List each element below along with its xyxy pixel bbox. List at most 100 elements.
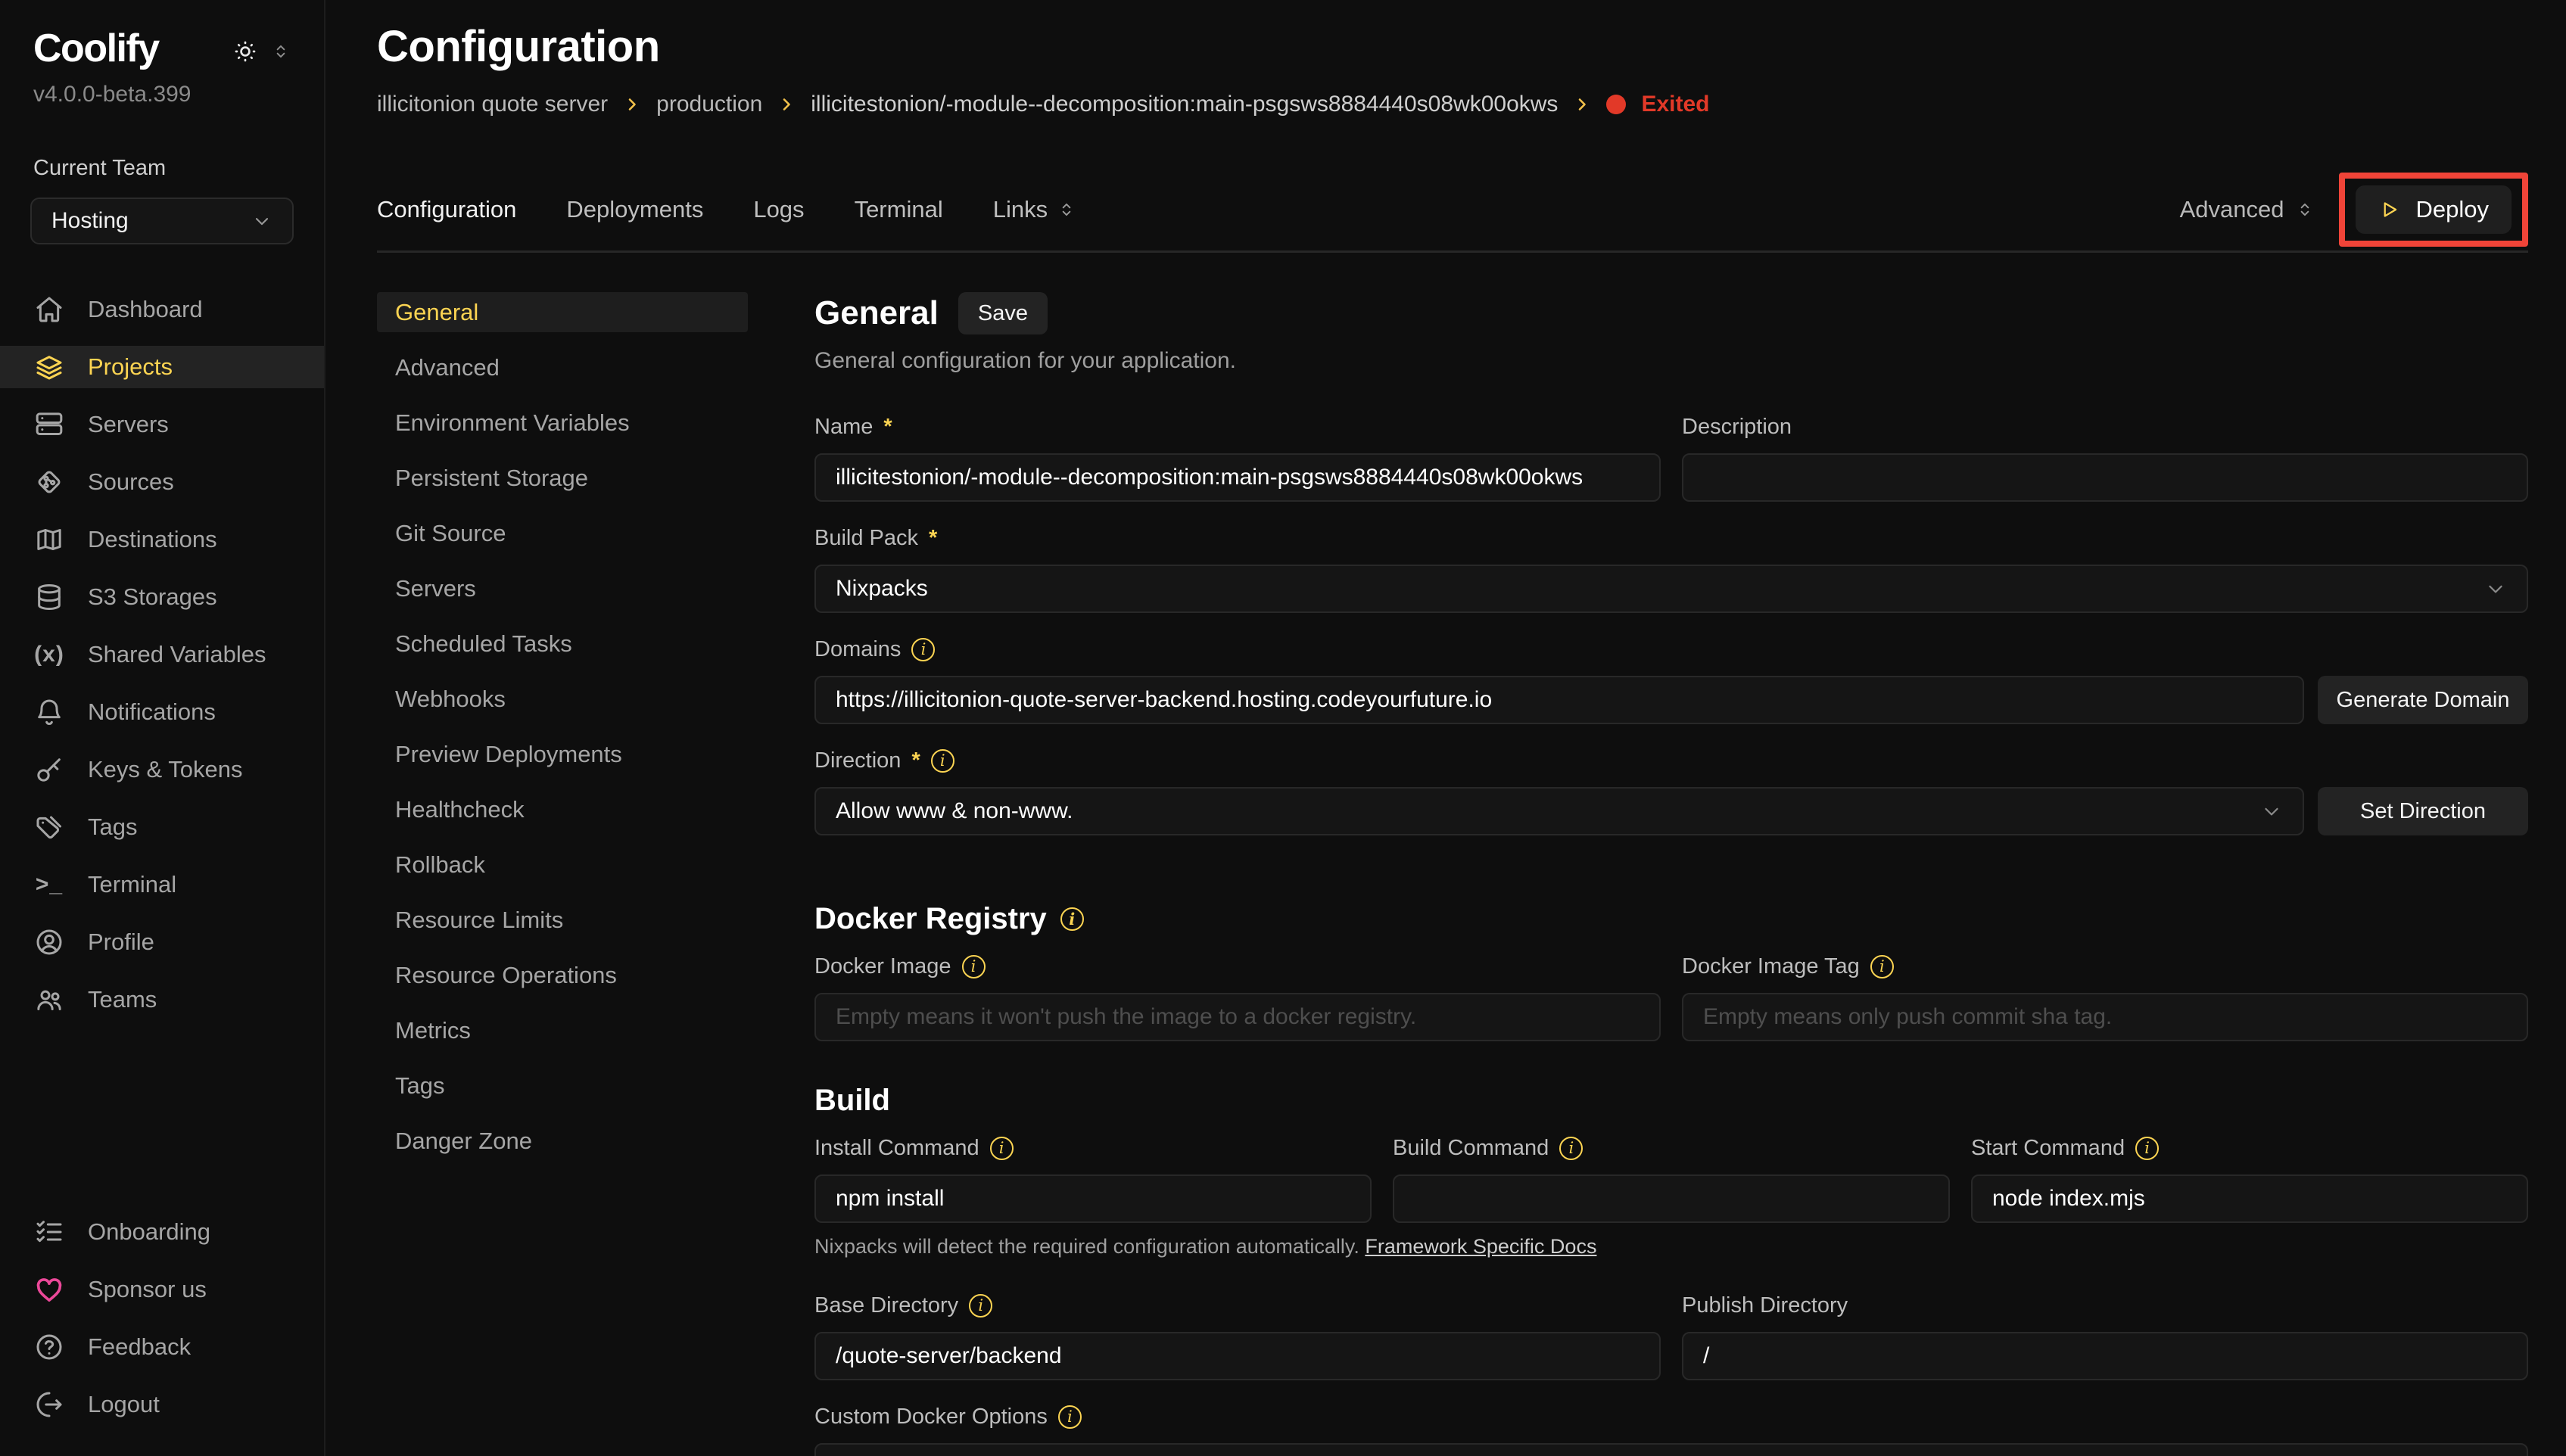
sidebar-item-s3-storages[interactable]: S3 Storages [0,576,324,618]
info-icon[interactable]: i [1058,1405,1082,1429]
subnav-item-healthcheck[interactable]: Healthcheck [377,789,748,829]
info-icon[interactable]: i [911,638,935,661]
sidebar-item-keys-tokens[interactable]: Keys & Tokens [0,748,324,791]
custom-docker-options-input[interactable] [814,1443,2528,1456]
info-icon[interactable]: i [990,1137,1014,1160]
save-button[interactable]: Save [958,292,1048,334]
sidebar-item-terminal[interactable]: >_ Terminal [0,863,324,906]
tab-configuration[interactable]: Configuration [377,196,516,223]
docker-image-tag-input[interactable] [1682,993,2528,1041]
sidebar-nav: Dashboard Projects Servers Sources Desti… [0,288,324,1021]
play-icon [2378,198,2401,221]
advanced-label: Advanced [2180,196,2284,223]
sidebar-item-label: Dashboard [88,296,203,323]
tab-deployments[interactable]: Deployments [566,196,703,223]
deploy-button[interactable]: Deploy [2356,185,2512,234]
subnav-item-preview-deployments[interactable]: Preview Deployments [377,734,748,774]
domains-label: Domainsi [814,637,2528,662]
sidebar-item-onboarding[interactable]: Onboarding [0,1211,324,1253]
subnav-item-servers[interactable]: Servers [377,568,748,608]
direction-select[interactable]: Allow www & non-www. [814,787,2304,835]
sidebar-item-shared-variables[interactable]: (x) Shared Variables [0,633,324,676]
publish-directory-label: Publish Directory [1682,1293,2528,1318]
info-icon[interactable]: i [1060,907,1084,931]
sidebar-item-projects[interactable]: Projects [0,346,324,388]
subnav-item-resource-limits[interactable]: Resource Limits [377,900,748,940]
breadcrumb: illicitonion quote server production ill… [377,92,2528,117]
subnav-item-rollback[interactable]: Rollback [377,845,748,885]
subnav-item-resource-operations[interactable]: Resource Operations [377,955,748,995]
publish-directory-field-group: Publish Directory [1682,1293,2528,1380]
start-command-input[interactable] [1971,1174,2528,1223]
base-directory-field-group: Base Directoryi [814,1293,1661,1380]
name-input[interactable] [814,453,1661,502]
custom-docker-options-field-group: Custom Docker Optionsi [814,1405,2528,1456]
direction-label: Direction*i [814,748,2528,773]
sidebar-item-feedback[interactable]: Feedback [0,1326,324,1368]
sidebar-item-label: Teams [88,986,157,1013]
info-icon[interactable]: i [931,749,954,773]
publish-directory-input[interactable] [1682,1332,2528,1380]
user-circle-icon [33,926,65,958]
info-icon[interactable]: i [2135,1137,2159,1160]
theme-toggle[interactable] [232,38,291,65]
sidebar-item-sources[interactable]: Sources [0,461,324,503]
info-icon[interactable]: i [962,955,986,978]
database-icon [33,581,65,613]
sidebar-item-dashboard[interactable]: Dashboard [0,288,324,331]
generate-domain-button[interactable]: Generate Domain [2318,676,2528,724]
framework-docs-link[interactable]: Framework Specific Docs [1365,1235,1596,1258]
chevron-down-icon [2484,577,2507,600]
subnav-item-persistent-storage[interactable]: Persistent Storage [377,458,748,498]
description-input[interactable] [1682,453,2528,502]
tab-terminal[interactable]: Terminal [855,196,943,223]
breadcrumb-project[interactable]: illicitonion quote server [377,92,608,117]
docker-image-input[interactable] [814,993,1661,1041]
required-asterisk: * [911,748,920,773]
info-icon[interactable]: i [1559,1137,1583,1160]
subnav-item-tags[interactable]: Tags [377,1066,748,1106]
sidebar-item-label: Terminal [88,871,176,898]
info-icon[interactable]: i [1870,955,1894,978]
install-command-input[interactable] [814,1174,1372,1223]
sidebar-item-destinations[interactable]: Destinations [0,518,324,561]
subnav-item-environment-variables[interactable]: Environment Variables [377,403,748,443]
sidebar-item-teams[interactable]: Teams [0,978,324,1021]
sidebar-item-profile[interactable]: Profile [0,921,324,963]
info-icon[interactable]: i [969,1294,992,1318]
subnav-item-danger-zone[interactable]: Danger Zone [377,1121,748,1161]
sidebar-item-notifications[interactable]: Notifications [0,691,324,733]
description-label: Description [1682,415,2528,440]
docker-image-tag-field-group: Docker Image Tagi [1682,954,2528,1041]
subnav-item-general[interactable]: General [377,292,748,332]
team-select[interactable]: Hosting [30,198,294,244]
sidebar-item-sponsor-us[interactable]: Sponsor us [0,1268,324,1311]
sidebar-item-servers[interactable]: Servers [0,403,324,446]
subnav-item-git-source[interactable]: Git Source [377,513,748,553]
chevron-down-icon [251,210,272,232]
subnav-item-scheduled-tasks[interactable]: Scheduled Tasks [377,624,748,664]
breadcrumb-environment[interactable]: production [656,92,762,117]
sidebar-item-tags[interactable]: Tags [0,806,324,848]
status-badge: Exited [1641,92,1709,117]
sidebar-item-label: Destinations [88,526,217,553]
build-pack-value: Nixpacks [836,576,928,602]
tab-logs[interactable]: Logs [753,196,804,223]
domains-input[interactable] [814,676,2304,724]
subnav-item-advanced[interactable]: Advanced [377,347,748,387]
subnav-item-webhooks[interactable]: Webhooks [377,679,748,719]
set-direction-button[interactable]: Set Direction [2318,787,2528,835]
variable-icon: (x) [33,639,65,670]
install-command-label: Install Commandi [814,1136,1372,1161]
breadcrumb-application[interactable]: illicitestonion/-module--decomposition:m… [811,92,1558,117]
build-command-input[interactable] [1393,1174,1950,1223]
build-pack-select[interactable]: Nixpacks [814,565,2528,613]
chevron-right-icon [777,95,796,114]
tab-links-dropdown[interactable]: Links [993,196,1076,223]
subnav-item-metrics[interactable]: Metrics [377,1010,748,1050]
advanced-dropdown[interactable]: Advanced [2180,196,2315,223]
coolify-app: Coolify v4.0.0-beta.399 Current Team Hos… [0,0,2566,1456]
sidebar-item-logout[interactable]: Logout [0,1383,324,1426]
base-directory-input[interactable] [814,1332,1661,1380]
chevron-right-icon [1573,95,1591,114]
